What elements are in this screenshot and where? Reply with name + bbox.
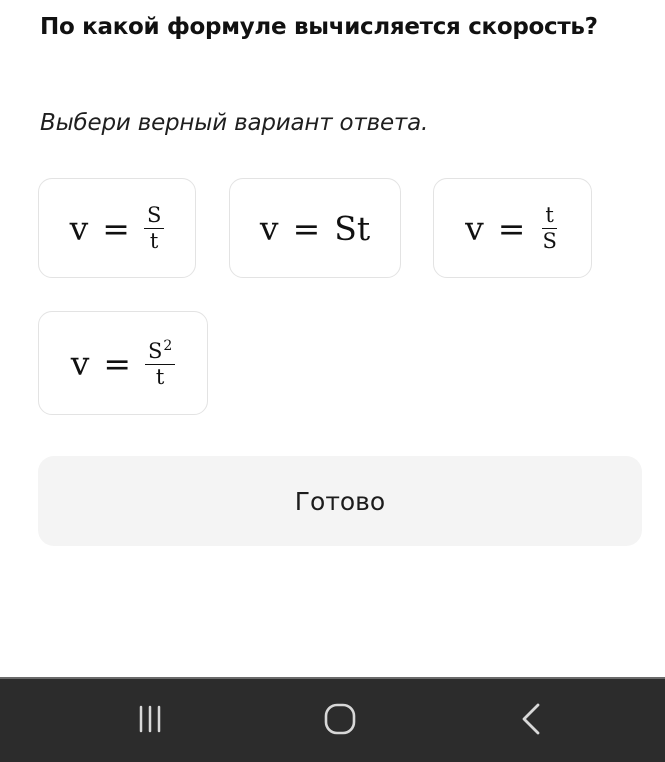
recent-apps-button[interactable] — [115, 691, 185, 747]
home-button[interactable] — [305, 691, 375, 747]
equals-sign: = — [497, 208, 526, 248]
formula-rhs: St — [334, 208, 371, 248]
fraction-denominator: t — [155, 364, 165, 389]
answer-option-1[interactable]: v = S t — [38, 178, 196, 278]
fraction-denominator: t — [149, 228, 159, 253]
numerator-base: S — [148, 338, 163, 363]
formula-variable: v — [465, 208, 484, 248]
system-navigation-bar — [0, 677, 665, 762]
answer-option-2[interactable]: v = St — [229, 178, 401, 278]
numerator-exponent: 2 — [163, 337, 173, 354]
answer-option-3[interactable]: v = t S — [433, 178, 592, 278]
answer-option-4[interactable]: v = S2 t — [38, 311, 208, 415]
formula: v = S2 t — [71, 339, 176, 388]
done-button[interactable]: Готово — [38, 456, 642, 546]
question-title: По какой формуле вычисляется скорость? — [40, 14, 598, 40]
formula: v = t S — [465, 204, 560, 253]
formula-variable: v — [259, 208, 279, 248]
equals-sign: = — [102, 208, 130, 248]
done-button-label: Готово — [294, 486, 386, 516]
navbar-divider — [0, 677, 665, 679]
fraction: S t — [143, 204, 165, 253]
equals-sign: = — [103, 343, 131, 383]
fraction: t S — [539, 204, 559, 253]
formula-variable: v — [70, 343, 90, 383]
formula: v = St — [260, 209, 370, 248]
equals-sign: = — [292, 208, 321, 248]
formula-variable: v — [69, 208, 89, 248]
answer-instruction: Выбери верный вариант ответа. — [40, 110, 429, 136]
fraction-numerator: S — [143, 204, 165, 229]
formula: v = S t — [69, 204, 165, 253]
fraction: S2 t — [145, 337, 176, 389]
back-icon — [522, 703, 540, 735]
fraction-denominator: S — [542, 228, 557, 253]
recent-apps-icon — [139, 705, 161, 733]
fraction-numerator: t — [542, 204, 557, 229]
fraction-numerator: S2 — [145, 337, 176, 365]
back-button[interactable] — [496, 691, 566, 747]
home-icon — [324, 703, 356, 735]
